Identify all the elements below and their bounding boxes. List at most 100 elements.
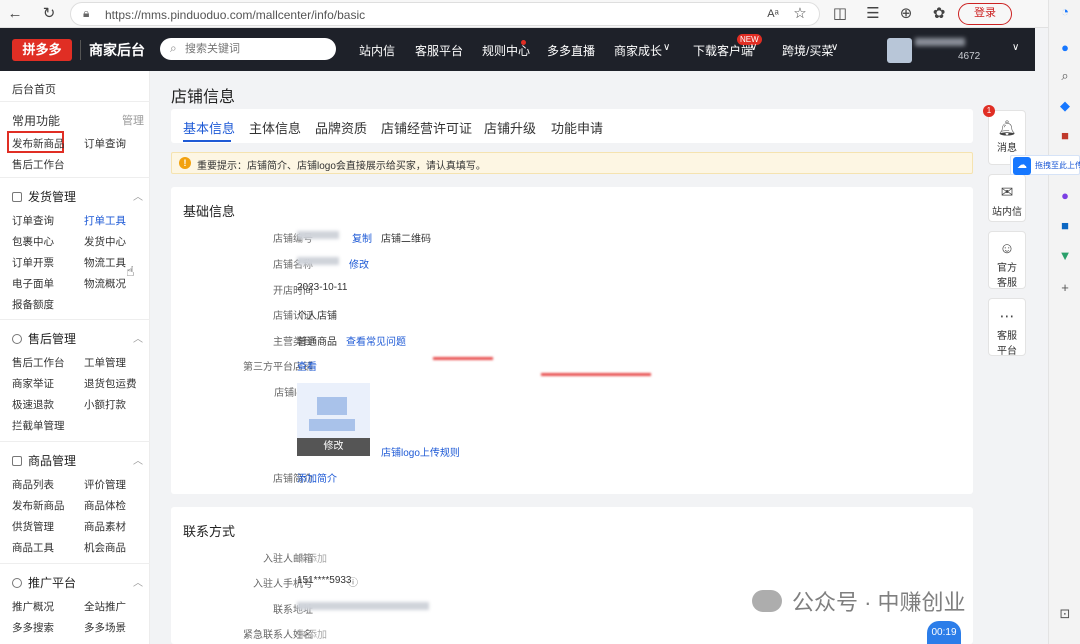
page-title: 店铺信息 [171, 89, 236, 106]
chevron-down-icon: ∨ [831, 42, 839, 53]
login-button[interactable]: 登录 [958, 3, 1012, 25]
tag-icon[interactable]: ◆ [1057, 98, 1073, 114]
sidebar-item[interactable]: 包裹中心 [12, 234, 54, 249]
favorite-icon[interactable]: ☆ [789, 3, 811, 25]
service-platform-button[interactable]: ⋯ 客服平台 [988, 298, 1026, 357]
reload-icon[interactable]: ↻ [38, 3, 60, 25]
copilot-icon[interactable]: ● [1057, 188, 1073, 204]
bell-icon[interactable]: ● [1057, 40, 1073, 56]
sidebar-item[interactable]: 物流工具 [84, 255, 126, 270]
sidebar-item[interactable]: 订单查询 [12, 213, 54, 228]
copy-link[interactable]: 复制 [352, 230, 372, 245]
sidebar-item[interactable]: 供货管理 [12, 519, 54, 534]
tab-upgrade[interactable]: 店铺升级 [484, 118, 536, 137]
address-bar[interactable]: 🔒︎ https://mms.pinduoduo.com/mallcenter/… [70, 2, 820, 26]
chevron-up-icon[interactable]: ︿ [133, 452, 143, 467]
sidebar-home[interactable]: 后台首页 [12, 81, 56, 97]
search-icon[interactable]: ⌕ [1057, 68, 1073, 84]
add-icon[interactable]: + [1057, 280, 1073, 296]
sidebar-item[interactable]: 电子面单 [12, 276, 54, 291]
sidebar-item[interactable]: 商品工具 [12, 540, 54, 555]
account-menu-chevron-icon[interactable]: ∨ [1012, 42, 1019, 53]
nav-station-mail[interactable]: 站内信 [359, 42, 395, 59]
toolbox-icon[interactable]: ■ [1057, 128, 1073, 144]
sidebar-item[interactable]: 工单管理 [84, 355, 126, 370]
search-box[interactable]: ⌕ [160, 38, 336, 60]
avatar[interactable] [887, 38, 912, 63]
sidebar-item[interactable]: 商品素材 [84, 519, 126, 534]
add-intro-link[interactable]: 添加简介 [297, 470, 337, 485]
nav-service-platform[interactable]: 客服平台 [415, 42, 463, 59]
official-service-button[interactable]: ☺ 官方客服 [988, 231, 1026, 289]
logo-rules-link[interactable]: 店铺logo上传规则 [381, 444, 460, 459]
station-mail-button[interactable]: ✉ 站内信 [988, 174, 1026, 222]
sidebar-item[interactable]: 评价管理 [84, 477, 126, 492]
sidebar-item[interactable]: 报备额度 [12, 297, 54, 312]
section-shipping[interactable]: 发货管理 [12, 188, 76, 205]
sidebar-item[interactable]: 极速退款 [12, 397, 54, 412]
tab-basic-info[interactable]: 基本信息 [183, 118, 235, 137]
tab-brand[interactable]: 品牌资质 [315, 118, 367, 137]
extensions-icon[interactable]: ✿ [928, 3, 950, 25]
sidebar-item[interactable]: 全站推广 [84, 599, 126, 614]
edit-logo-button[interactable]: 修改 [297, 438, 370, 456]
shield-icon [12, 333, 22, 344]
outlook-icon[interactable]: ■ [1057, 218, 1073, 234]
divider [0, 441, 150, 442]
screenshot-icon[interactable]: ⊡ [1057, 606, 1073, 622]
third-party-view-link[interactable]: 查看 [297, 358, 317, 373]
section-promotion[interactable]: 推广平台 [12, 574, 76, 591]
nav-cross-border[interactable]: 跨境/买菜 [782, 42, 833, 59]
chevron-up-icon[interactable]: ︿ [133, 330, 143, 345]
sidebar-item-publish[interactable]: 发布新商品 [12, 136, 65, 151]
sidebar-item[interactable]: 多多搜索 [12, 620, 54, 635]
chevron-up-icon[interactable]: ︿ [133, 188, 143, 203]
sidebar-item[interactable]: 小额打款 [84, 397, 126, 412]
sidebar-item-aftersale-desk[interactable]: 售后工作台 [12, 157, 65, 172]
chevron-down-icon: ∨ [750, 42, 758, 53]
sidebar-item[interactable]: 商家举证 [12, 376, 54, 391]
tab-feature-apply[interactable]: 功能申请 [551, 118, 603, 137]
sidebar-item-order-query[interactable]: 订单查询 [84, 136, 126, 151]
sidebar-item[interactable]: 打单工具 [84, 213, 126, 228]
recording-timer[interactable]: 00:19 [927, 621, 961, 644]
sidebar-item[interactable]: 商品列表 [12, 477, 54, 492]
read-aloud-icon[interactable]: Aᵃ [762, 3, 784, 25]
nav-live[interactable]: 多多直播 [547, 42, 595, 59]
sidebar-item[interactable]: 退货包运费 [84, 376, 137, 391]
sidebar-item[interactable]: 机会商品 [84, 540, 126, 555]
chevron-up-icon[interactable]: ︿ [133, 574, 143, 589]
qrcode-link[interactable]: 店铺二维码 [381, 230, 431, 245]
split-screen-icon[interactable]: ◫ [829, 3, 851, 25]
sidebar-item[interactable]: 发货中心 [84, 234, 126, 249]
nav-growth[interactable]: 商家成长 [614, 42, 662, 59]
favorites-list-icon[interactable]: ☰ [862, 3, 884, 25]
chat-icon[interactable]: ◔ [1057, 4, 1073, 20]
brand-logo[interactable]: 拼多多 商家后台 [12, 38, 145, 61]
drag-upload-tag[interactable]: ☁ 拖拽至此上传 [1010, 155, 1080, 175]
sidebar-item[interactable]: 物流概况 [84, 276, 126, 291]
tab-license[interactable]: 店铺经营许可证 [381, 118, 472, 137]
faq-link[interactable]: 查看常见问题 [346, 333, 406, 348]
back-icon[interactable]: ← [4, 3, 26, 25]
sidebar-item[interactable]: 订单开票 [12, 255, 54, 270]
sidebar-item[interactable]: 发布新商品 [12, 498, 65, 513]
sidebar-item[interactable]: 售后工作台 [12, 355, 65, 370]
logo-image [309, 419, 355, 431]
section-products[interactable]: 商品管理 [12, 452, 76, 469]
edit-shop-name-link[interactable]: 修改 [349, 256, 369, 271]
shop-logo[interactable]: 修改 [297, 383, 370, 456]
sidebar-item[interactable]: 推广概况 [12, 599, 54, 614]
collections-icon[interactable]: ⊕ [895, 3, 917, 25]
common-manage-link[interactable]: 管理 [122, 112, 144, 128]
section-aftersale[interactable]: 售后管理 [12, 330, 76, 347]
divider [0, 563, 150, 564]
help-icon[interactable]: ⓘ [348, 574, 358, 589]
send-icon[interactable]: ▼ [1057, 248, 1073, 264]
tab-entity-info[interactable]: 主体信息 [249, 118, 301, 137]
sidebar-item[interactable]: 多多场景 [84, 620, 126, 635]
search-input[interactable] [185, 41, 325, 57]
watermark-text: 公众号 · 中赚创业 [792, 590, 966, 615]
sidebar-item[interactable]: 商品体检 [84, 498, 126, 513]
sidebar-item[interactable]: 拦截单管理 [12, 418, 65, 433]
